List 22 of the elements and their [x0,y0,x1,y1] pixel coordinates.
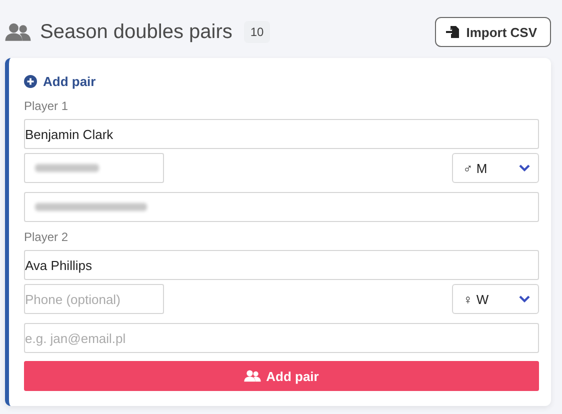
email-field[interactable] [24,192,539,222]
file-import-icon [446,25,460,39]
gender-select[interactable]: ♀ W [452,284,539,314]
card-heading: Add pair [43,74,96,89]
import-csv-button[interactable]: Import CSV [435,17,551,47]
plus-circle-icon [24,75,37,88]
redacted-text [35,164,99,172]
phone-field[interactable]: Phone (optional) [24,284,164,314]
chevron-down-icon [519,295,530,303]
users-icon [5,22,31,42]
name-field[interactable]: Benjamin Clark [24,119,539,149]
name-field[interactable]: Ava Phillips [24,250,539,280]
pair-count: 10 [244,21,270,43]
users-icon [244,370,262,382]
gender-select[interactable]: ♂ M [452,153,539,183]
page-title: Season doubles pairs [40,20,232,44]
player-label: Player 2 [24,230,70,244]
email-field[interactable]: e.g. jan@email.pl [24,323,539,353]
add-pair-button[interactable]: Add pair [24,361,539,391]
player-label: Player 1 [24,99,70,113]
chevron-down-icon [519,164,530,172]
phone-field[interactable] [24,153,164,183]
